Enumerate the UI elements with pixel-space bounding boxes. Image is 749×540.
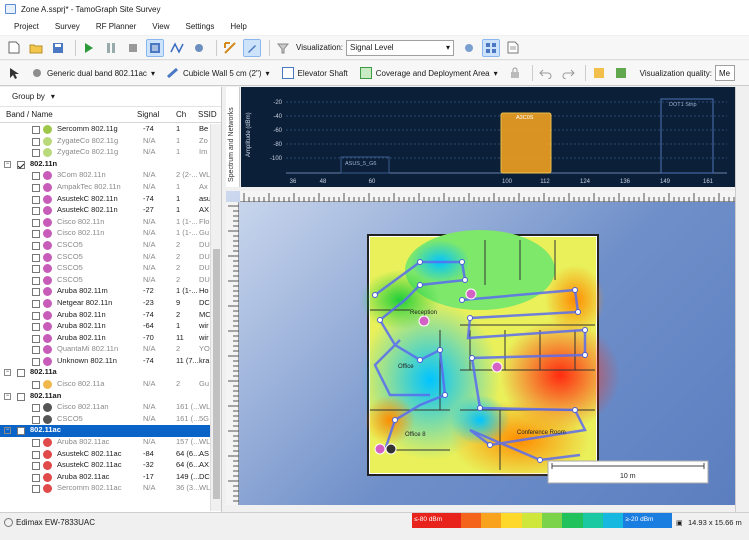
room-label: Conference Room	[517, 430, 566, 436]
ap-marker[interactable]	[385, 443, 397, 455]
room-label: Reception	[410, 310, 437, 316]
adapter-status-icon	[4, 518, 13, 527]
scale-bar: 10 m	[547, 460, 709, 484]
right-side-panel	[735, 87, 749, 512]
legend-min: ≤-80 dBm	[412, 513, 461, 528]
ap-marker[interactable]	[418, 315, 430, 327]
floor-plan	[360, 230, 620, 480]
ap-marker[interactable]	[491, 361, 503, 373]
legend-max: ≥-20 dBm	[623, 513, 673, 528]
map-size: 14.93 x 15.66 m	[688, 518, 742, 527]
signal-legend: ≤-80 dBm ≥-20 dBm	[412, 513, 673, 528]
floor-plan-layer: Reception Office Office 8 Conference Roo…	[360, 230, 709, 484]
ap-marker[interactable]	[374, 443, 386, 455]
device-name: Edimax EW-7833UAC	[16, 518, 95, 527]
ap-marker[interactable]	[465, 288, 477, 300]
map-size-icon: ▣	[676, 520, 683, 527]
scale-label: 10 m	[620, 473, 636, 480]
room-label: Office 8	[405, 432, 426, 438]
room-label: Office	[398, 364, 414, 370]
